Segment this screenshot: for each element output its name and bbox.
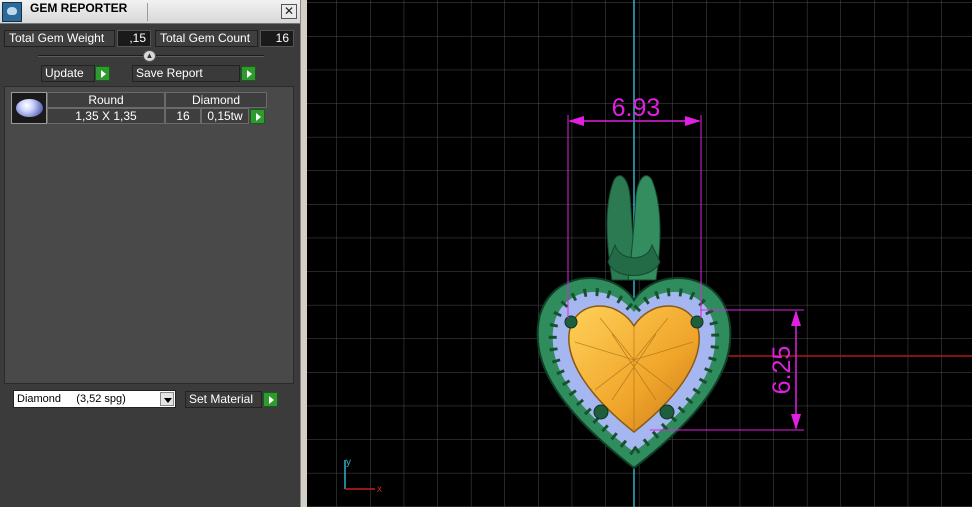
close-button[interactable]: ✕ [281,4,297,19]
panel-title: GEM REPORTER [30,1,128,15]
dropdown-arrow-icon[interactable] [160,392,174,406]
update-button[interactable]: Update [41,65,95,82]
gem-count-cell: 16 [165,108,201,124]
total-gem-count-value: 16 [260,30,294,47]
title-separator [147,3,148,21]
total-gem-count-label: Total Gem Count [155,30,258,47]
material-select[interactable]: Diamond (3,52 spg) [13,390,176,408]
viewport-canvas[interactable]: 6.93 6.25 y x [307,0,972,507]
set-material-go-icon[interactable] [263,392,278,407]
title-bar[interactable]: GEM REPORTER ✕ [0,0,300,24]
round-gem-thumbnail-icon[interactable] [11,92,47,124]
gem-list: Round Diamond 1,35 X 1,35 16 0,15tw [4,86,294,384]
gem-size-cell: 1,35 X 1,35 [47,108,165,124]
axis-gizmo-x-label: x [377,484,382,495]
set-material-button[interactable]: Set Material [185,391,262,408]
material-select-value: Diamond (3,52 spg) [17,393,126,405]
set-material-button-label: Set Material [189,392,254,406]
total-gem-weight-label: Total Gem Weight [4,30,115,47]
gem-shape-cell: Round [47,92,165,108]
gem-row-go-icon[interactable] [250,109,265,124]
close-icon: ✕ [283,4,295,18]
gem-reporter-app-icon [2,2,22,22]
height-dimension-label: 6.25 [768,346,796,395]
panel-collapse-handle[interactable]: ▲ [143,50,156,62]
axis-gizmo-y-label: y [346,457,351,468]
width-dimension-label: 6.93 [612,94,661,122]
save-report-go-icon[interactable] [241,66,256,81]
gem-weight-cell: 0,15tw [201,108,249,124]
gem-material-cell: Diamond [165,92,267,108]
chevron-up-icon: ▲ [145,51,154,60]
update-go-icon[interactable] [95,66,110,81]
total-gem-weight-value: ,15 [117,30,151,47]
save-report-button[interactable]: Save Report [132,65,240,82]
save-report-button-label: Save Report [136,66,203,80]
front-viewport[interactable]: 6.93 6.25 y x [307,0,972,507]
panel-splitter[interactable] [300,0,307,507]
gem-reporter-panel: GEM REPORTER ✕ Total Gem Weight ,15 Tota… [0,0,300,507]
update-button-label: Update [45,66,84,80]
